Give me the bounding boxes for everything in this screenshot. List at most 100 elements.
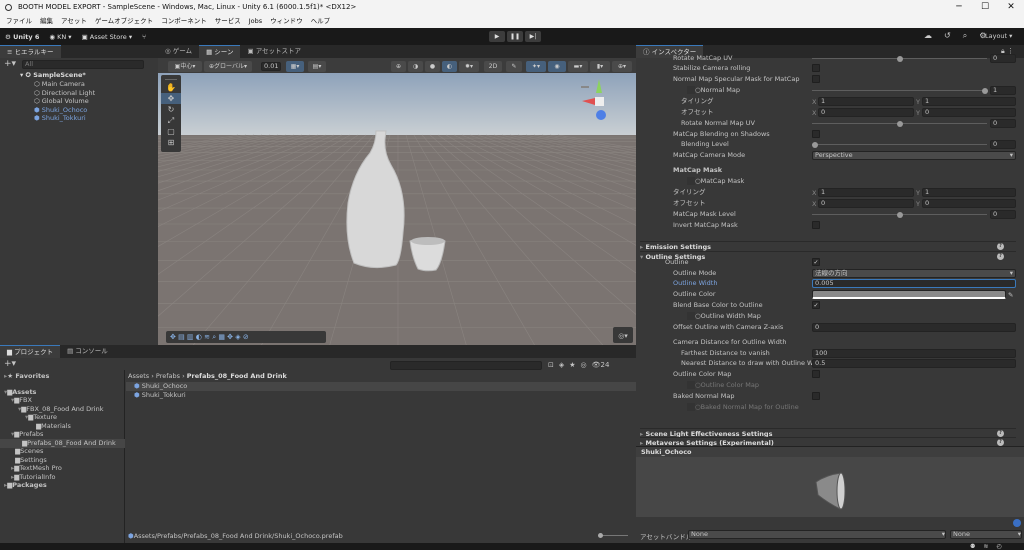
menu-item[interactable]: アセット — [61, 15, 87, 28]
step-button[interactable]: ▶| — [525, 31, 541, 42]
hierarchy-search-input[interactable]: All — [22, 60, 144, 69]
slider-value-field[interactable]: 0 — [990, 119, 1016, 128]
dropdown[interactable]: Perspective ▾ — [812, 151, 1016, 160]
tab-project[interactable]: ▆ プロジェクト — [0, 345, 61, 358]
tab-console[interactable]: ▤ コンソール — [60, 345, 115, 358]
close-button[interactable]: ✕ — [998, 0, 1024, 15]
eyedropper-icon[interactable]: ✎ — [1008, 290, 1013, 300]
file-item[interactable]: ⬢ Shuki_Tokkuri — [134, 391, 186, 400]
slider-value-field[interactable]: 0 — [990, 140, 1016, 149]
increment-snap-button[interactable]: ▤▾ — [308, 61, 326, 72]
y-field[interactable]: 1 — [922, 97, 1016, 106]
y-field[interactable]: 0 — [922, 199, 1016, 208]
search-icon[interactable]: ⌕ — [963, 31, 967, 41]
pivot-dropdown[interactable]: ▣中心▾ — [168, 61, 202, 72]
gizmos-dropdown[interactable]: ▮▾ — [590, 61, 610, 72]
number-field[interactable]: 0 — [812, 323, 1016, 332]
scale-tool-button[interactable]: ⤢ — [161, 115, 181, 126]
tab-asset-store[interactable]: ▣ アセットストア — [240, 45, 308, 58]
camera-overlay[interactable]: ◎▾ — [613, 327, 633, 343]
menu-item[interactable]: 編集 — [40, 15, 53, 28]
shaded-button[interactable]: ● — [425, 61, 440, 72]
debug-icon[interactable]: ⚉ — [970, 543, 975, 550]
slider-handle[interactable] — [812, 141, 818, 148]
snap-increment-input[interactable]: 0.01 — [261, 62, 281, 71]
search-by-type-icon[interactable]: ⊡ — [548, 361, 554, 369]
texture-slot[interactable] — [687, 177, 695, 185]
orientation-dropdown[interactable]: ⊕▾ — [612, 61, 632, 72]
x-field[interactable]: 0 — [818, 199, 914, 208]
hierarchy-item[interactable]: ⬢ Shuki_Tokkuri — [34, 114, 86, 123]
breadcrumb-item[interactable]: Prefabs — [156, 372, 180, 380]
layers-icon[interactable]: ≋ — [983, 543, 988, 550]
effects-dropdown[interactable]: ✦▾ — [526, 61, 546, 72]
scene-viewport[interactable] — [158, 73, 636, 345]
y-field[interactable]: 1 — [922, 188, 1016, 197]
folder-tree-item[interactable]: ▆Scenes — [11, 447, 43, 456]
color-field[interactable] — [812, 290, 1006, 299]
help-icon[interactable]: ? — [997, 430, 1004, 437]
checkbox[interactable] — [812, 130, 820, 138]
debug-draw-dropdown[interactable]: ✹▾ — [459, 61, 479, 72]
version-control-icon[interactable]: ⑂ — [142, 33, 146, 41]
number-field[interactable]: 0.005 — [812, 279, 1016, 288]
cloud-icon[interactable]: ☁ — [924, 31, 932, 41]
number-field[interactable]: 0.5 — [812, 359, 1016, 368]
rotate-tool-button[interactable]: ↻ — [161, 104, 181, 115]
pause-button[interactable]: ❚❚ — [507, 31, 523, 42]
hierarchy-item[interactable]: ⬡ Global Volume — [34, 97, 89, 106]
folder-tree-item[interactable]: ▾▆Texture — [25, 413, 57, 422]
texture-slot[interactable] — [687, 403, 695, 411]
icon-size-slider[interactable] — [598, 533, 628, 538]
add-button[interactable]: +▾ — [4, 59, 16, 69]
favorite-icon[interactable]: ★ — [569, 361, 575, 369]
file-item[interactable]: ⬢ Shuki_Ochoco — [126, 382, 636, 391]
folder-tree-item[interactable]: ▸★ Favorites — [4, 372, 49, 381]
create-button[interactable]: +▾ — [4, 359, 16, 369]
dropdown[interactable]: 法線の方向 ▾ — [812, 269, 1016, 278]
menu-item[interactable]: ヘルプ — [311, 15, 331, 28]
hierarchy-item[interactable]: ⬡ Main Camera — [34, 80, 85, 89]
tab-hierarchy[interactable]: ≡ ヒエラルキー — [0, 45, 61, 58]
preview-area[interactable] — [636, 457, 1024, 517]
slider-handle[interactable] — [982, 87, 988, 94]
foldout-emission-settings[interactable]: ▸ Emission Settings? — [640, 241, 1016, 251]
layout-dropdown[interactable]: Layout ▾ — [985, 32, 1012, 40]
menu-item[interactable]: サービス — [215, 15, 241, 28]
folder-tree-item[interactable]: ▸▆Packages — [4, 481, 47, 490]
preview-header[interactable]: Shuki_Ochoco — [636, 446, 1024, 457]
menu-item[interactable]: ゲームオブジェクト — [95, 15, 153, 28]
lighting-toggle[interactable]: ✎ — [506, 61, 522, 72]
tab-game[interactable]: ◎ ゲーム — [158, 45, 199, 58]
slider-handle[interactable] — [897, 211, 903, 218]
slider-value-field[interactable]: 0 — [990, 54, 1016, 63]
wireframe-mode-button[interactable]: ⊕ — [391, 61, 406, 72]
maximize-button[interactable]: ☐ — [972, 0, 998, 15]
slider-track[interactable] — [812, 90, 987, 91]
asset-variant-dropdown[interactable]: None ▾ — [950, 530, 1022, 539]
project-search-input[interactable] — [390, 361, 542, 370]
breadcrumb-item[interactable]: Prefabs_08_Food And Drink — [187, 372, 287, 380]
slider-track[interactable] — [812, 144, 987, 145]
checkbox[interactable]: ✓ — [812, 301, 820, 309]
unity-account-button[interactable]: ⚙ Unity 6 — [5, 33, 39, 41]
play-button[interactable]: ▶ — [489, 31, 505, 42]
checkbox[interactable] — [812, 392, 820, 400]
transform-tool-button[interactable]: ⊞ — [161, 137, 181, 148]
x-field[interactable]: 1 — [818, 188, 914, 197]
help-icon[interactable]: ? — [997, 439, 1004, 446]
breadcrumb-item[interactable]: Assets — [128, 372, 149, 380]
checkbox[interactable] — [812, 64, 820, 72]
menu-item[interactable]: コンポーネント — [161, 15, 207, 28]
grid-snap-button[interactable]: ▦▾ — [286, 61, 304, 72]
unlit-button[interactable]: ◐ — [442, 61, 457, 72]
help-icon[interactable]: ? — [997, 243, 1004, 250]
2d-toggle[interactable]: 2D — [484, 61, 502, 72]
checkbox[interactable] — [812, 370, 820, 378]
minimize-button[interactable]: ─ — [946, 0, 972, 15]
slider-handle[interactable] — [897, 55, 903, 62]
component-tools-overlay[interactable]: ✥ ▤ ▥ ◐ ≋ ⌕ ▦ ✥ ◈ ⊘ — [166, 331, 326, 343]
slider-value-field[interactable]: 0 — [990, 210, 1016, 219]
slider-handle[interactable] — [897, 120, 903, 127]
progress-icon[interactable]: ◴ — [996, 543, 1001, 550]
